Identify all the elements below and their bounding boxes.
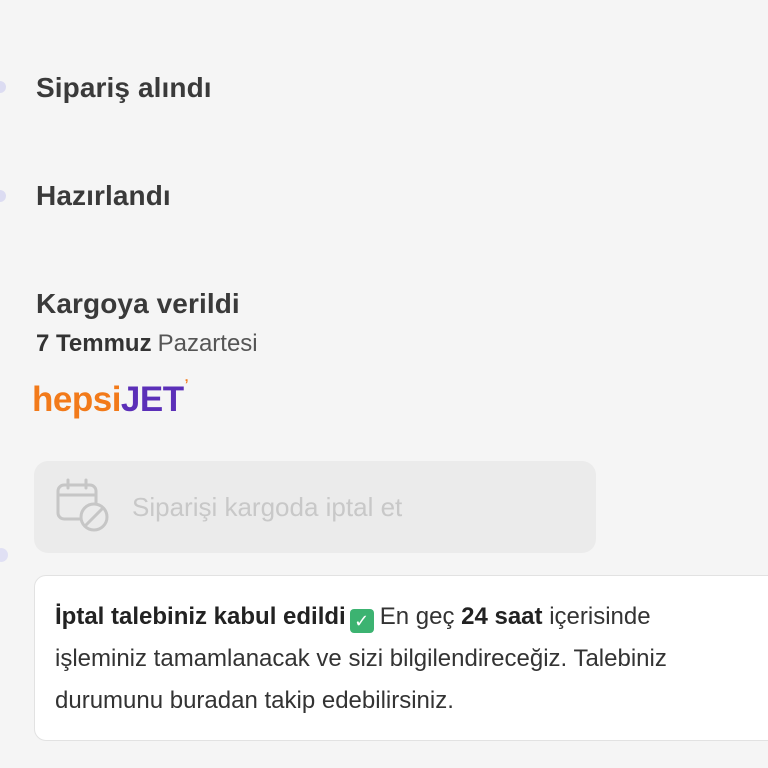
notice-title: İptal talebiniz kabul edildi [55, 603, 346, 630]
green-check-icon: ✓ [349, 609, 374, 633]
cancel-notice: İptal talebiniz kabul edildi ✓ En geç 24 s… [34, 575, 768, 741]
calendar-cancel-icon [54, 477, 114, 537]
timeline-dot [0, 190, 6, 202]
cancel-in-cargo-button[interactable]: Siparişi kargoda iptal et [34, 461, 596, 553]
shipped-date-day: 7 Temmuz [36, 330, 152, 357]
notice-deadline: 24 saat [461, 603, 543, 630]
cancel-in-cargo-label: Siparişi kargoda iptal et [132, 491, 403, 522]
logo-part-jet: JET [120, 380, 184, 419]
logo-part-hepsi: hepsi [32, 380, 121, 419]
notice-text-a: En geç [379, 603, 455, 630]
shipped-date-weekday: Pazartesi [157, 330, 258, 357]
timeline-dot [0, 81, 6, 93]
logo-mark: ʼ [184, 376, 189, 392]
hepsijet-logo: hepsiJETʼ [32, 376, 189, 420]
notice-line-2: işleminiz tamamlanacak ve sizi bilgilend… [55, 645, 667, 672]
notice-line-3: durumunu buradan takip edebilirsiniz. [55, 687, 454, 714]
notice-line-1: İptal talebiniz kabul edildi ✓ En geç 24 s… [55, 596, 768, 638]
step-title-order-received: Sipariş alındı [36, 72, 212, 103]
step-title-shipped: Kargoya verildi [36, 288, 240, 319]
step-title-prepared: Hazırlandı [36, 180, 171, 211]
order-tracking-panel: Sipariş alındı Hazırlandı Kargoya verild… [0, 0, 768, 768]
timeline-dot [0, 548, 8, 562]
notice-text-b: içerisinde [549, 603, 651, 630]
shipped-date: 7 Temmuz Pazartesi [36, 330, 258, 358]
